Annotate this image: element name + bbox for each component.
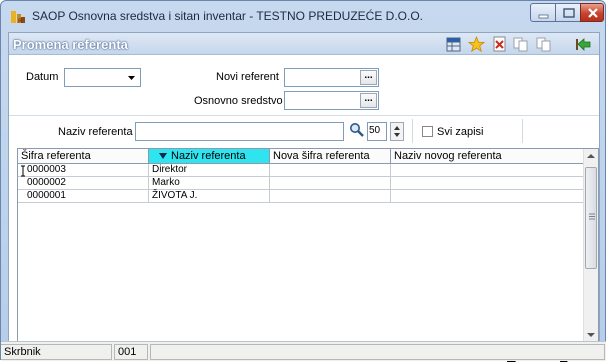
star-icon[interactable] xyxy=(468,36,485,53)
status-bar: Skrbnik 001 xyxy=(1,341,606,361)
svi-zapisi-checkbox[interactable] xyxy=(422,126,433,137)
minimize-button[interactable] xyxy=(530,3,556,22)
osnovno-sredstvo-field[interactable]: ... xyxy=(284,91,379,110)
naziv-referenta-search-input[interactable] xyxy=(135,122,344,141)
table-cell[interactable]: Direktor xyxy=(149,164,270,177)
separator xyxy=(412,119,413,143)
sort-descending-icon xyxy=(159,153,167,160)
window-title: SAOP Osnovna sredstva i sitan inventar -… xyxy=(32,9,424,23)
limit-input[interactable]: 50 xyxy=(367,122,387,141)
client-area: Promena referenta Datum Novi referent ..… xyxy=(8,32,600,363)
separator xyxy=(522,119,523,143)
novi-referent-label: Novi referent xyxy=(216,71,279,83)
delete-doc-icon[interactable] xyxy=(491,36,508,53)
table-cell[interactable]: 0000002 xyxy=(18,177,149,190)
application-window: R SAOP Osnovna sredstva i sitan inventar… xyxy=(0,0,606,363)
table-icon[interactable] xyxy=(445,36,462,53)
filter-divider xyxy=(9,115,599,116)
table-cell[interactable]: 0000003 xyxy=(18,164,149,177)
close-button[interactable] xyxy=(580,3,604,22)
table-cell[interactable] xyxy=(391,177,584,190)
scroll-down-icon[interactable] xyxy=(587,332,596,338)
minimize-icon xyxy=(538,14,549,19)
column-header-nova-sifra[interactable]: Nova šifra referenta xyxy=(270,149,391,164)
spinner-arrows-icon[interactable] xyxy=(391,123,403,140)
referent-table: Šifra referenta Naziv referenta Nova šif… xyxy=(17,148,599,342)
chevron-down-icon[interactable] xyxy=(124,70,139,85)
table-cell[interactable] xyxy=(391,190,584,203)
limit-spinner[interactable] xyxy=(390,122,404,141)
maximize-button[interactable] xyxy=(555,3,581,22)
scroll-up-icon[interactable] xyxy=(587,153,596,159)
column-header-sifra[interactable]: Šifra referenta xyxy=(18,149,149,164)
datum-label: Datum xyxy=(26,71,59,83)
novi-referent-field[interactable]: ... xyxy=(284,68,379,87)
status-message xyxy=(150,344,605,360)
column-header-naziv[interactable]: Naziv referenta xyxy=(149,149,270,164)
close-icon xyxy=(588,8,598,18)
grip-icon xyxy=(589,213,595,220)
svi-zapisi-label: Svi zapisi xyxy=(437,126,484,138)
osnovno-sredstvo-lookup-button[interactable]: ... xyxy=(360,93,377,108)
naziv-referenta-label: Naziv referenta xyxy=(58,126,133,138)
table-cell[interactable] xyxy=(270,164,391,177)
table-cell[interactable]: Marko xyxy=(149,177,270,190)
osnovno-sredstvo-label: Osnovno sredstvo xyxy=(194,95,283,107)
vertical-scrollbar[interactable] xyxy=(583,149,598,341)
title-bar[interactable]: R SAOP Osnovna sredstva i sitan inventar… xyxy=(1,1,605,31)
datum-combo[interactable] xyxy=(64,68,141,87)
maximize-icon xyxy=(563,8,575,18)
column-header-naziv-novog[interactable]: Naziv novog referenta xyxy=(391,149,584,164)
copy-icon-2[interactable] xyxy=(535,36,552,53)
column-header-naziv-label: Naziv referenta xyxy=(171,150,246,162)
table-cell[interactable]: 0000001 xyxy=(18,190,149,203)
form-title: Promena referenta xyxy=(13,37,128,52)
table-cell[interactable] xyxy=(270,190,391,203)
svg-text:R: R xyxy=(18,18,22,24)
table-cell[interactable] xyxy=(391,164,584,177)
form-header: Promena referenta xyxy=(9,33,599,55)
table-cell[interactable]: ŽIVOTA J. xyxy=(149,190,270,203)
novi-referent-lookup-button[interactable]: ... xyxy=(360,70,377,85)
scrollbar-thumb[interactable] xyxy=(585,167,597,269)
status-label: Skrbnik xyxy=(1,344,112,360)
table-cell[interactable] xyxy=(270,177,391,190)
search-icon[interactable] xyxy=(349,122,365,138)
app-logo-icon: R xyxy=(11,11,25,24)
text-cursor-icon xyxy=(21,165,25,177)
copy-icon[interactable] xyxy=(512,36,529,53)
status-value: 001 xyxy=(114,344,148,360)
exit-icon[interactable] xyxy=(575,36,592,53)
